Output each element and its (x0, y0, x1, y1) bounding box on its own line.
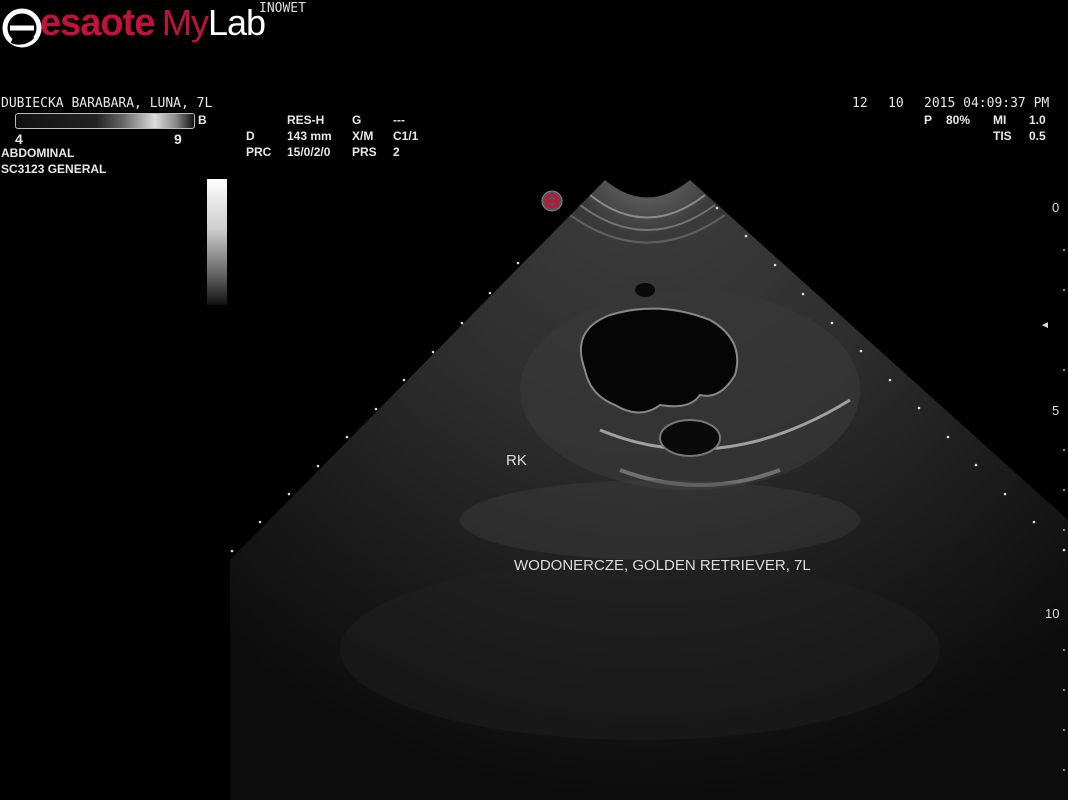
diagnosis-annotation[interactable]: WODONERCZE, GOLDEN RETRIEVER, 7L (514, 557, 811, 574)
probe-orientation-icon (541, 190, 563, 212)
depth-10: 10 (1045, 606, 1060, 621)
ultrasound-image (230, 180, 1068, 800)
small-cavity (635, 283, 655, 297)
scan-sector (230, 180, 1068, 800)
calyx-cavity (659, 419, 721, 457)
organ-annotation[interactable]: RK (506, 452, 527, 469)
focus-marker-icon[interactable]: ◄ (1040, 320, 1050, 331)
depth-0: 0 (1052, 200, 1060, 215)
depth-5: 5 (1052, 403, 1060, 418)
